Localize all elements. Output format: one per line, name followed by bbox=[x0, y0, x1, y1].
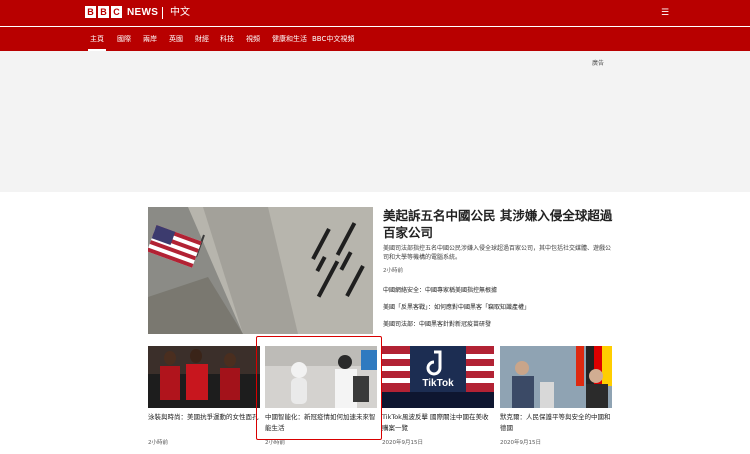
related-link[interactable]: 美國司法部：中國黑客針對新冠疫苗研發 bbox=[383, 320, 613, 329]
nav-item-home[interactable]: 主頁 bbox=[88, 27, 106, 51]
story-card-image[interactable] bbox=[148, 346, 260, 408]
nav-item-bbc-video[interactable]: BBC中文視頻 bbox=[312, 27, 354, 51]
related-link[interactable]: 中國網絡安全：中國專家稱美國指控無根據 bbox=[383, 286, 613, 295]
story-card-timestamp: 2020年9月15日 bbox=[500, 440, 541, 446]
highlight-box bbox=[256, 336, 382, 440]
svg-text:TikTok: TikTok bbox=[422, 378, 454, 389]
nav-item-cross-strait[interactable]: 兩岸 bbox=[143, 27, 157, 51]
primary-navigation: 主頁 國際 兩岸 英國 財經 科技 視頻 健康和生活 BBC中文視頻 bbox=[0, 27, 750, 51]
justice-building-illustration bbox=[148, 207, 373, 334]
bbc-logo[interactable]: B B C bbox=[85, 6, 122, 18]
story-card-image[interactable]: TikTok bbox=[382, 346, 494, 408]
story-card-image[interactable] bbox=[500, 346, 612, 408]
masthead: B B C NEWS 中文 ☰ bbox=[0, 0, 750, 26]
story-card-timestamp: 2小時前 bbox=[148, 440, 168, 446]
language-link[interactable]: 中文 bbox=[170, 6, 190, 20]
logo-letter: C bbox=[111, 6, 122, 18]
advertisement-area bbox=[0, 51, 750, 192]
ad-label: 廣告 bbox=[592, 60, 605, 67]
related-link[interactable]: 美國「反黑客戰」：如何應對中國黑客「竊取知識產權」 bbox=[383, 303, 613, 312]
nav-item-world[interactable]: 國際 bbox=[117, 27, 131, 51]
story-card-title[interactable]: 默克爾：人民保護平等與安全的中國和德國 bbox=[500, 412, 612, 434]
nav-item-business[interactable]: 財經 bbox=[195, 27, 209, 51]
news-brand-link[interactable]: NEWS bbox=[127, 6, 158, 20]
top-story-image[interactable] bbox=[148, 207, 373, 334]
nav-item-video[interactable]: 視頻 bbox=[246, 27, 260, 51]
menu-icon[interactable]: ☰ bbox=[661, 7, 669, 19]
top-story-headline[interactable]: 美起訴五名中國公民 其涉嫌入侵全球超過百家公司 bbox=[383, 207, 613, 241]
header-divider bbox=[162, 7, 163, 19]
logo-letter: B bbox=[85, 6, 96, 18]
story-card-title[interactable]: TikTok風波反擊 國際關注中國在美收購案一覽 bbox=[382, 412, 494, 434]
nav-item-health-life[interactable]: 健康和生活 bbox=[272, 27, 307, 51]
nav-item-uk[interactable]: 英國 bbox=[169, 27, 183, 51]
story-card-timestamp: 2小時前 bbox=[265, 440, 285, 446]
story-card-timestamp: 2020年9月15日 bbox=[382, 440, 423, 446]
nav-item-technology[interactable]: 科技 bbox=[220, 27, 234, 51]
logo-letter: B bbox=[98, 6, 109, 18]
story-card-title[interactable]: 泳裝與時尚：美國抗爭運動的女性面孔 bbox=[148, 412, 260, 423]
top-story-summary: 美國司法部指控五名中國公民涉嫌入侵全球超過百家公司，其中包括社交媒體、遊戲公司和… bbox=[383, 245, 612, 261]
top-story-timestamp: 2小時前 bbox=[383, 268, 403, 274]
